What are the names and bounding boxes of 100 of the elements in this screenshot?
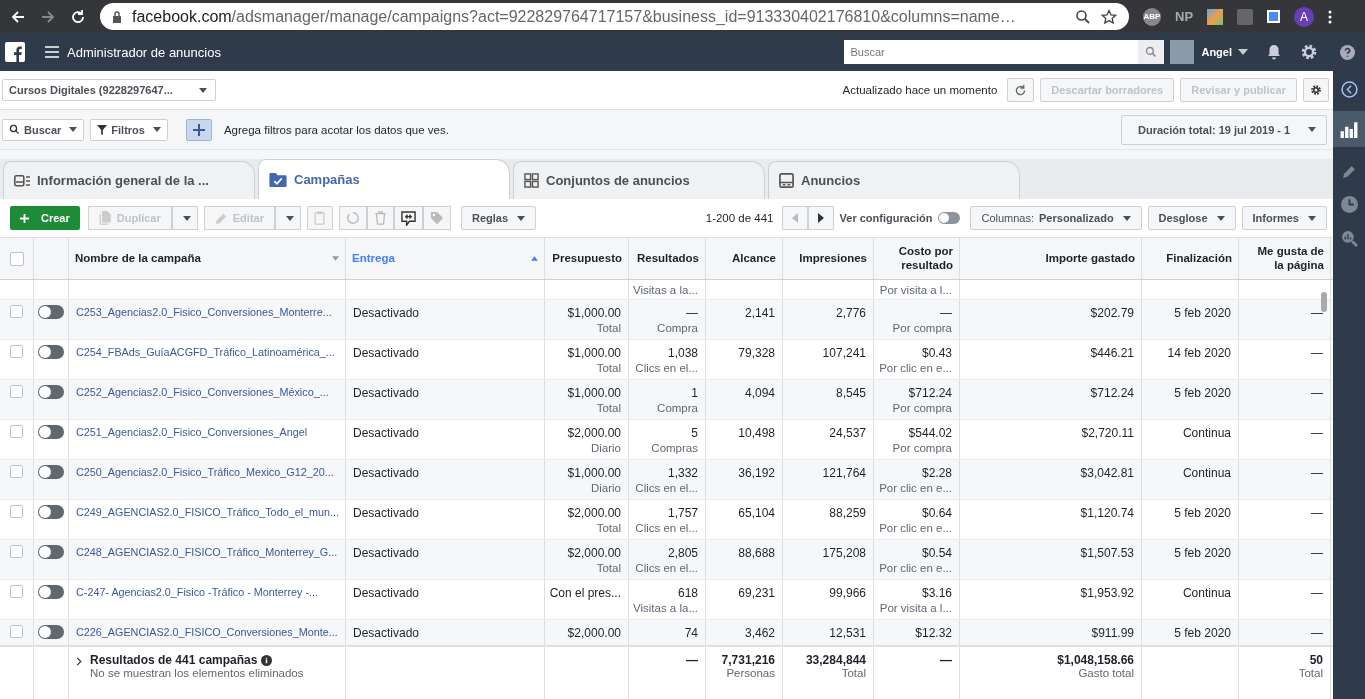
sort-up-icon[interactable] <box>531 256 538 261</box>
columns-dropdown[interactable]: Columnas: Personalizado <box>970 206 1142 230</box>
square-extension-icon[interactable] <box>1267 10 1281 23</box>
select-all-checkbox[interactable] <box>9 251 24 266</box>
user-photo-placeholder[interactable] <box>1170 40 1195 64</box>
refresh-button[interactable] <box>1007 78 1035 102</box>
edit-menu-button[interactable] <box>274 206 301 230</box>
zoom-icon[interactable] <box>1075 8 1091 25</box>
address-bar[interactable]: facebook.com/adsmanager/manage/campaigns?act=922829764717157&business_id=913330402176810&columns=name… <box>100 3 1129 30</box>
forward-icon[interactable] <box>40 8 56 25</box>
campaign-name-link[interactable]: C251_Agencias2.0_Fisico_Conversiones_Angel <box>76 426 308 438</box>
tab[interactable]: Conjuntos de anuncios <box>513 161 765 199</box>
campaign-toggle[interactable] <box>38 425 64 439</box>
campaign-toggle[interactable] <box>38 585 64 599</box>
row-checkbox[interactable] <box>10 305 23 318</box>
breakdown-dropdown[interactable]: Desglose <box>1147 206 1236 230</box>
row-checkbox[interactable] <box>10 345 23 358</box>
campaign-name-link[interactable]: C248_AGENCIAS2.0_FISICO_Tráfico_Monterrey_G... <box>76 546 338 558</box>
next-page-button[interactable] <box>807 206 834 230</box>
campaign-toggle[interactable] <box>38 345 64 359</box>
star-icon[interactable] <box>1101 8 1117 25</box>
user-name[interactable]: Angel <box>1201 46 1232 58</box>
duplicate-menu-button[interactable] <box>171 206 198 230</box>
extension-label[interactable]: NP <box>1175 9 1194 24</box>
column-header[interactable]: Alcance <box>706 238 783 279</box>
campaign-name-link[interactable]: C252_Agencias2.0_Fisico_Conversiones_México_... <box>76 386 329 398</box>
chart-search-icon[interactable] <box>1340 230 1358 247</box>
row-checkbox[interactable] <box>10 465 23 478</box>
info-icon[interactable] <box>261 654 273 666</box>
column-header[interactable]: Resultados <box>629 238 706 279</box>
campaign-toggle[interactable] <box>38 505 64 519</box>
campaign-name-link[interactable]: C254_FBAds_GuíaACGFD_Tráfico_Latinoamérica_... <box>76 346 335 358</box>
cost-value: $544.02 <box>908 426 952 440</box>
delivery-status: Desactivado <box>353 346 420 360</box>
notifications-icon[interactable] <box>1266 44 1282 60</box>
account-dropdown[interactable]: Cursos Digitales (9228297647... <box>2 79 216 101</box>
delivery-status: Desactivado <box>353 506 420 520</box>
clipboard-button[interactable] <box>306 206 333 230</box>
menu-icon[interactable] <box>45 46 59 58</box>
collapse-icon[interactable] <box>1340 81 1358 98</box>
end-date: 5 feb 2020 <box>1174 306 1231 320</box>
impressions-value: 12,531 <box>829 626 866 640</box>
search-field[interactable]: Buscar <box>844 40 1139 64</box>
settings-toggle[interactable] <box>938 212 961 224</box>
column-header[interactable]: Nombre de la campaña <box>69 238 346 279</box>
column-header[interactable]: Costo por resultado <box>874 238 960 279</box>
facebook-logo-icon[interactable] <box>5 42 25 62</box>
campaign-toggle[interactable] <box>38 465 64 479</box>
ab-test-button[interactable] <box>393 206 423 230</box>
row-checkbox[interactable] <box>10 505 23 518</box>
back-icon[interactable] <box>10 8 26 25</box>
clock-icon[interactable] <box>1340 196 1358 213</box>
campaign-toggle[interactable] <box>38 545 64 559</box>
column-header[interactable]: Me gusta de la página <box>1239 238 1331 279</box>
campaign-toggle[interactable] <box>38 625 64 639</box>
campaign-toggle[interactable] <box>38 305 64 319</box>
cost-type: Por visita a l... <box>879 284 952 296</box>
campaign-name-link[interactable]: C-247- Agencias2.0_Fisico -Tráfico - Monterrey -... <box>76 586 318 598</box>
campaign-name-link[interactable]: C249_AGENCIAS2.0_FISICO_Tráfico_Todo_el_mun... <box>76 506 340 518</box>
row-checkbox[interactable] <box>10 545 23 558</box>
campaign-name-link[interactable]: C253_Agencias2.0_Fisico_Conversiones_Monterre... <box>76 306 332 318</box>
tab[interactable]: Campañas <box>258 159 510 199</box>
create-button[interactable]: Crear <box>10 206 80 230</box>
search-button[interactable] <box>1138 40 1165 64</box>
column-header[interactable]: Finalización <box>1142 238 1239 279</box>
row-checkbox[interactable] <box>10 625 23 638</box>
campaign-name-link[interactable]: C226_AGENCIAS2.0_FISICO_Conversiones_Monte... <box>76 626 338 638</box>
row-checkbox[interactable] <box>10 425 23 438</box>
more-icon[interactable] <box>1328 8 1333 25</box>
end-date: 5 feb 2020 <box>1174 386 1231 400</box>
settings-icon[interactable] <box>1300 43 1318 61</box>
pencil-icon[interactable] <box>1341 164 1357 179</box>
spent-total-type: Gasto total <box>1078 667 1134 679</box>
column-header[interactable]: Importe gastado <box>960 238 1142 279</box>
filters-dropdown[interactable]: Filtros <box>90 118 168 141</box>
campaign-toggle[interactable] <box>38 385 64 399</box>
cost-type: Por clic en e... <box>879 482 952 494</box>
sort-down-icon[interactable] <box>332 256 339 261</box>
tab[interactable]: Información general de la ... <box>3 161 255 199</box>
extension-label[interactable]: ABP <box>1143 7 1161 26</box>
search-dropdown[interactable]: Buscar <box>2 118 85 141</box>
expand-icon[interactable] <box>76 657 82 666</box>
scrollbar-thumb[interactable] <box>1321 292 1327 312</box>
reports-dropdown[interactable]: Informes <box>1241 206 1327 230</box>
row-checkbox[interactable] <box>10 385 23 398</box>
add-filter-button[interactable] <box>185 118 212 141</box>
profile-avatar[interactable]: A <box>1294 6 1315 27</box>
campaign-name-link[interactable]: C250_Agencias2.0_Fisico_Tráfico_Mexico_G12_20... <box>76 466 334 478</box>
column-header[interactable]: Impresiones <box>783 238 874 279</box>
settings-button[interactable] <box>1303 78 1329 102</box>
extension-icon[interactable] <box>1207 8 1224 25</box>
caret-icon[interactable] <box>1238 49 1248 55</box>
date-range-dropdown[interactable]: Duración total: 19 jul 2019 - 1 <box>1121 114 1327 145</box>
tab[interactable]: Anuncios <box>768 161 1020 199</box>
page-likes-value: — <box>1311 386 1323 400</box>
rules-dropdown[interactable]: Reglas <box>460 206 537 230</box>
column-header[interactable]: Presupuesto <box>545 238 629 279</box>
help-icon[interactable] <box>1340 44 1355 60</box>
row-checkbox[interactable] <box>10 585 23 598</box>
reload-icon[interactable] <box>70 8 86 25</box>
